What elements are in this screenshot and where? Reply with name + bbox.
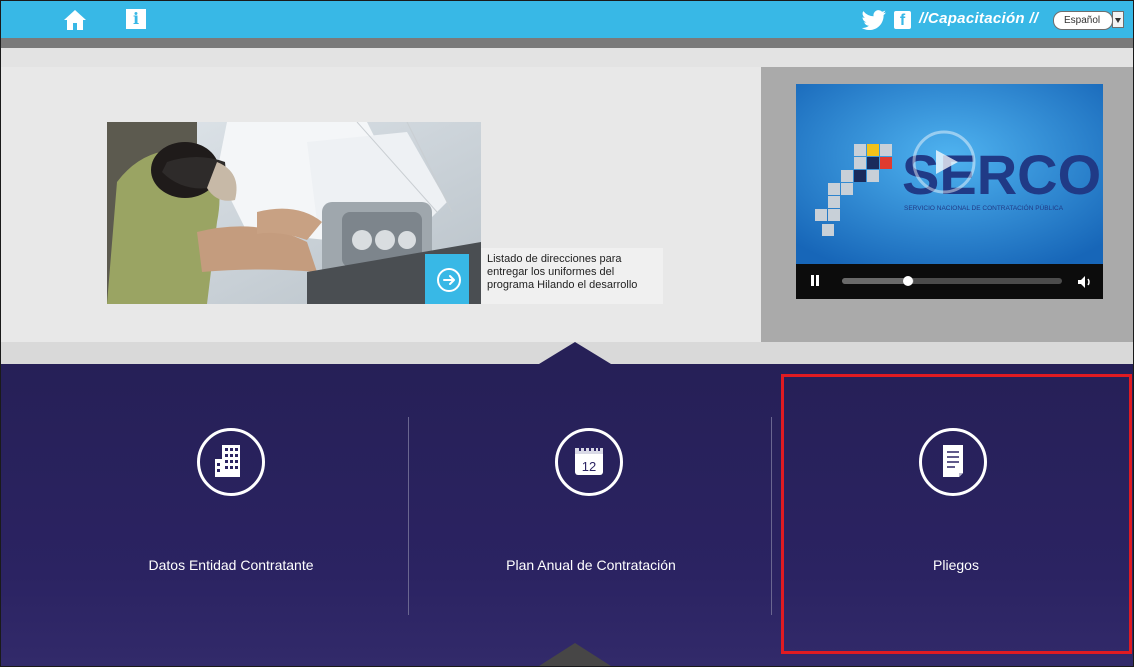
- top-bar: i f //Capacitación // Español: [1, 1, 1133, 38]
- tile-divider: [408, 417, 409, 615]
- tile-label: Pliegos: [933, 557, 979, 573]
- tile-plan-anual-de-contratacion[interactable]: 12 Plan Anual de Contratación: [421, 381, 761, 656]
- document-icon: [919, 428, 987, 496]
- volume-icon[interactable]: [1076, 273, 1094, 291]
- hero-strip: [1, 48, 1133, 67]
- language-select[interactable]: Español: [1053, 10, 1125, 30]
- tile-pliegos[interactable]: Pliegos: [791, 381, 1121, 656]
- tile-divider: [771, 417, 772, 615]
- banner-next-button[interactable]: [425, 254, 469, 304]
- page: i f //Capacitación // Español Listado de…: [0, 0, 1134, 667]
- seek-bar[interactable]: [842, 276, 1062, 286]
- banner-caption[interactable]: Listado de direcciones para entregar los…: [481, 248, 663, 304]
- pause-icon[interactable]: [808, 274, 822, 289]
- video-logo-subtitle: SERVICIO NACIONAL DE CONTRATACIÓN PÚBLIC…: [904, 203, 1064, 212]
- twitter-icon[interactable]: [861, 10, 887, 30]
- calendar-icon-text: 12: [582, 459, 596, 474]
- home-icon[interactable]: [63, 9, 87, 31]
- arrow-right-circle-icon: [437, 268, 461, 292]
- banner-caption-text: Listado de direcciones para entregar los…: [487, 253, 638, 291]
- chevron-down-icon[interactable]: [1112, 11, 1124, 28]
- tile-label: Datos Entidad Contratante: [148, 557, 314, 573]
- section-notch-top: [539, 342, 611, 364]
- building-icon: [197, 428, 265, 496]
- tile-label: Plan Anual de Contratación: [506, 557, 676, 573]
- tile-datos-entidad-contratante[interactable]: Datos Entidad Contratante: [61, 381, 401, 656]
- facebook-icon[interactable]: f: [894, 11, 911, 29]
- top-bar-shadow: [1, 38, 1133, 48]
- section-label[interactable]: //Capacitación //: [919, 10, 1038, 30]
- language-select-box[interactable]: Español: [1053, 11, 1113, 30]
- info-icon[interactable]: i: [126, 9, 146, 29]
- video-logo-text: SERCOP: [902, 143, 1103, 206]
- video-controls: [796, 264, 1103, 299]
- calendar-icon: 12: [555, 428, 623, 496]
- seek-knob[interactable]: [903, 276, 913, 286]
- language-selected-value: Español: [1064, 15, 1101, 26]
